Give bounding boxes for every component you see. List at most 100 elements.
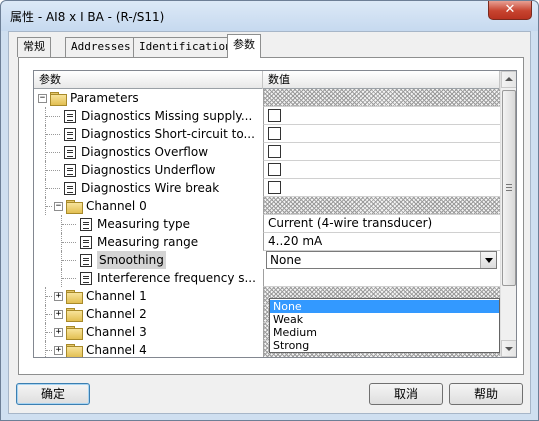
dialog-client-area: 常规 Addresses Identification 参数 参数 数值 − Pa…: [8, 31, 531, 414]
tree-connector: [62, 224, 76, 225]
tree-connector: [62, 242, 76, 243]
folder-icon: [66, 308, 83, 322]
parameter-label: Interference frequency s...: [97, 271, 256, 285]
checkbox[interactable]: [268, 127, 281, 140]
tree-connector: [61, 269, 62, 287]
grid-row[interactable]: − Channel 0: [34, 197, 500, 215]
value-cell[interactable]: [263, 269, 500, 287]
value-cell[interactable]: [263, 179, 500, 197]
window-title: 属性 - AI8 x I BA - (R-/S11): [10, 10, 165, 24]
scroll-thumb[interactable]: [502, 90, 516, 286]
parameter-name-cell: + Channel 3: [34, 323, 263, 341]
parameter-label: Parameters: [70, 91, 139, 105]
scroll-up-button[interactable]: [501, 71, 516, 88]
value-cell[interactable]: [263, 143, 500, 161]
grid-row[interactable]: Interference frequency s...: [34, 269, 500, 287]
parameter-name-cell: Smoothing: [34, 251, 263, 269]
vertical-scrollbar[interactable]: [500, 71, 516, 357]
value-cell[interactable]: Current (4-wire transducer): [263, 215, 500, 233]
checkbox[interactable]: [268, 109, 281, 122]
cancel-button[interactable]: 取消: [369, 383, 443, 405]
parameter-label: Diagnostics Short-circuit to...: [81, 127, 255, 141]
expand-icon[interactable]: +: [54, 310, 63, 319]
ok-button[interactable]: 确定: [16, 383, 90, 405]
checkbox[interactable]: [268, 181, 281, 194]
grid-row[interactable]: Diagnostics Wire break: [34, 179, 500, 197]
tab-parameters[interactable]: 参数: [227, 34, 261, 58]
grid-row[interactable]: − Parameters: [34, 89, 500, 107]
parameter-label: Smoothing: [97, 251, 166, 269]
grid-row[interactable]: Measuring type Current (4-wire transducer…: [34, 215, 500, 233]
parameter-name-cell: Diagnostics Short-circuit to...: [34, 125, 263, 143]
parameter-name-cell: + Channel 1: [34, 287, 263, 305]
expand-icon[interactable]: +: [54, 328, 63, 337]
chevron-down-icon[interactable]: [480, 252, 496, 268]
title-bar[interactable]: 属性 - AI8 x I BA - (R-/S11) ✕: [1, 1, 538, 31]
dropdown-option-medium[interactable]: Medium: [270, 326, 499, 339]
folder-icon: [66, 290, 83, 304]
parameter-label: Channel 2: [86, 307, 147, 321]
parameter-icon: [80, 272, 92, 285]
tab-general[interactable]: 常规: [17, 37, 51, 57]
tree-connector: [45, 323, 46, 341]
tree-connector: [45, 107, 46, 125]
value-cell[interactable]: 4..20 mA: [263, 233, 500, 251]
checkbox[interactable]: [268, 163, 281, 176]
dropdown-option-strong[interactable]: Strong: [270, 339, 499, 352]
parameter-name-cell: Interference frequency s...: [34, 269, 263, 287]
parameter-name-cell: Diagnostics Missing supply...: [34, 107, 263, 125]
parameter-label: Channel 4: [86, 343, 147, 357]
column-header-parameter[interactable]: 参数: [34, 71, 263, 89]
value-cell[interactable]: [263, 161, 500, 179]
column-header-value[interactable]: 数值: [263, 71, 500, 89]
help-button[interactable]: 帮助: [449, 383, 523, 405]
parameter-label: Diagnostics Missing supply...: [81, 109, 253, 123]
parameter-icon: [64, 146, 76, 159]
parameter-icon: [64, 182, 76, 195]
parameter-name-cell: − Parameters: [34, 89, 263, 107]
properties-window: 属性 - AI8 x I BA - (R-/S11) ✕ 常规 Addresse…: [0, 0, 539, 421]
grid-row[interactable]: Measuring range 4..20 mA: [34, 233, 500, 251]
tab-addresses[interactable]: Addresses: [65, 37, 137, 57]
grid-row[interactable]: Diagnostics Short-circuit to...: [34, 125, 500, 143]
grid-row[interactable]: Diagnostics Overflow: [34, 143, 500, 161]
parameter-icon: [80, 236, 92, 249]
tree-connector: [61, 215, 62, 233]
tree-connector: [46, 188, 60, 189]
parameter-name-cell: + Channel 4: [34, 341, 263, 357]
close-button[interactable]: ✕: [488, 1, 532, 20]
dropdown-option-none[interactable]: None: [270, 300, 499, 313]
tree-connector: [46, 206, 52, 207]
checkbox[interactable]: [268, 145, 281, 158]
parameter-icon: [64, 128, 76, 141]
expand-icon[interactable]: +: [54, 346, 63, 355]
parameter-name-cell: + Channel 2: [34, 305, 263, 323]
grid-row[interactable]: Smoothing None: [34, 251, 500, 269]
smoothing-dropdown-list: None Weak Medium Strong: [269, 298, 500, 353]
tree-connector: [61, 251, 62, 269]
smoothing-dropdown[interactable]: None: [266, 251, 497, 269]
expand-icon[interactable]: +: [54, 292, 63, 301]
scroll-down-button[interactable]: [501, 340, 516, 357]
tree-connector: [46, 134, 60, 135]
tree-connector: [61, 233, 62, 251]
tab-identification[interactable]: Identification: [133, 37, 238, 57]
grid-row[interactable]: Diagnostics Underflow: [34, 161, 500, 179]
parameter-label: Channel 1: [86, 289, 147, 303]
collapse-icon[interactable]: −: [38, 94, 47, 103]
parameter-label: Channel 3: [86, 325, 147, 339]
parameter-icon: [64, 164, 76, 177]
value-cell[interactable]: [263, 125, 500, 143]
parameter-name-cell: Diagnostics Overflow: [34, 143, 263, 161]
dropdown-option-weak[interactable]: Weak: [270, 313, 499, 326]
folder-icon: [50, 92, 67, 106]
parameter-icon: [80, 254, 92, 267]
tree-connector: [46, 350, 52, 351]
parameter-label: Diagnostics Overflow: [81, 145, 209, 159]
tree-connector: [45, 305, 46, 323]
grid-row[interactable]: Diagnostics Missing supply...: [34, 107, 500, 125]
value-cell[interactable]: [263, 107, 500, 125]
tree-connector: [46, 296, 52, 297]
tree-connector: [46, 152, 60, 153]
collapse-icon[interactable]: −: [54, 202, 63, 211]
